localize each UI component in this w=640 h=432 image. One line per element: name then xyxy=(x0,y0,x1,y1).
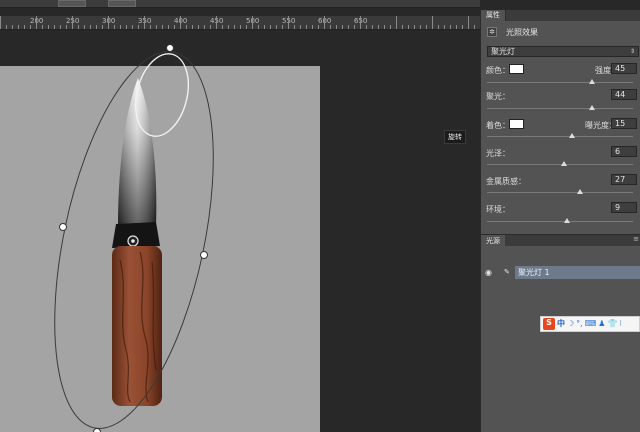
bolster-rivet-center xyxy=(131,239,135,243)
light-type-value: 聚光灯 xyxy=(491,47,515,56)
hotspot-slider-thumb[interactable] xyxy=(589,105,596,110)
gloss-slider-thumb[interactable] xyxy=(561,161,568,166)
light-handle-top[interactable] xyxy=(166,44,174,52)
ime-skin-icon[interactable]: 👕 xyxy=(607,319,617,329)
ambience-slider-thumb[interactable] xyxy=(564,218,571,223)
hotspot-label: 聚光： xyxy=(486,92,510,101)
light-handle-right[interactable] xyxy=(200,251,208,259)
metallic-slider-thumb[interactable] xyxy=(577,189,584,194)
ime-language[interactable]: 中 xyxy=(557,319,565,329)
light-handle-left[interactable] xyxy=(59,223,67,231)
gloss-input[interactable]: 6 xyxy=(611,146,637,157)
metallic-input[interactable]: 27 xyxy=(611,174,637,185)
tab-lights[interactable]: 光源 xyxy=(481,235,505,247)
light-handle-bottom[interactable] xyxy=(93,428,101,432)
light-list-item[interactable]: ◉ ✎ 聚光灯 1 xyxy=(481,266,640,279)
ambience-label: 环境： xyxy=(486,205,510,214)
effect-title: 光照效果 xyxy=(506,27,538,37)
tab-properties[interactable]: 属性 xyxy=(481,10,506,21)
ime-user-icon[interactable]: ♟ xyxy=(598,319,605,329)
colorize-label: 着色： xyxy=(486,121,510,130)
colorize-swatch[interactable] xyxy=(509,119,524,129)
exposure-slider-track[interactable] xyxy=(487,136,633,137)
ime-punctuation-icon[interactable]: °, xyxy=(576,319,583,329)
properties-panel: 属性 ✲ 光照效果 聚光灯 ⇕ 颜色： 强度： 45 聚光： 44 着色： 曝光… xyxy=(480,10,640,432)
color-label: 颜色： xyxy=(486,66,510,75)
ime-keyboard-icon[interactable]: ⌨ xyxy=(585,319,597,329)
metallic-label: 金属质感： xyxy=(486,177,526,186)
sogou-logo-icon[interactable]: S xyxy=(543,318,555,330)
gloss-slider-track[interactable] xyxy=(487,164,633,165)
hotspot-input[interactable]: 44 xyxy=(611,89,637,100)
intensity-slider-track[interactable] xyxy=(487,82,633,83)
panel-menu-icon[interactable]: ≡ xyxy=(633,235,639,243)
hotspot-slider-track[interactable] xyxy=(487,108,633,109)
photoshop-window: 200 250 300 350 400 450 500 550 600 650 xyxy=(0,0,640,432)
knife-artwork xyxy=(54,44,214,432)
ime-moon-icon[interactable]: ☽ xyxy=(567,319,574,329)
metallic-slider-track[interactable] xyxy=(487,192,633,193)
intensity-input[interactable]: 45 xyxy=(611,63,637,74)
light-type-select[interactable]: 聚光灯 ⇕ xyxy=(487,46,639,57)
lights-panel-header: 光源 ≡ xyxy=(481,234,640,247)
gloss-label: 光泽： xyxy=(486,149,510,158)
effect-header: ✲ 光照效果 xyxy=(483,25,639,39)
ime-menu-icon[interactable]: ⁝ xyxy=(619,319,622,329)
exposure-input[interactable]: 15 xyxy=(611,118,637,129)
knife-blade-shading xyxy=(118,78,157,228)
light-name[interactable]: 聚光灯 1 xyxy=(515,266,640,279)
ime-toolbar: S 中 ☽ °, ⌨ ♟ 👕 ⁝ xyxy=(540,316,640,332)
lighting-effects-icon: ✲ xyxy=(487,27,497,37)
intensity-slider-thumb[interactable] xyxy=(589,79,596,84)
properties-tabbar: 属性 xyxy=(481,10,640,21)
select-arrows-icon: ⇕ xyxy=(629,48,635,55)
ambience-slider-track[interactable] xyxy=(487,221,633,222)
spotlight-icon: ✎ xyxy=(504,268,510,276)
visibility-eye-icon[interactable]: ◉ xyxy=(485,268,494,277)
light-color-swatch[interactable] xyxy=(509,64,524,74)
rotate-tooltip: 旋转 xyxy=(444,130,466,144)
ambience-input[interactable]: 9 xyxy=(611,202,637,213)
exposure-slider-thumb[interactable] xyxy=(568,133,575,138)
